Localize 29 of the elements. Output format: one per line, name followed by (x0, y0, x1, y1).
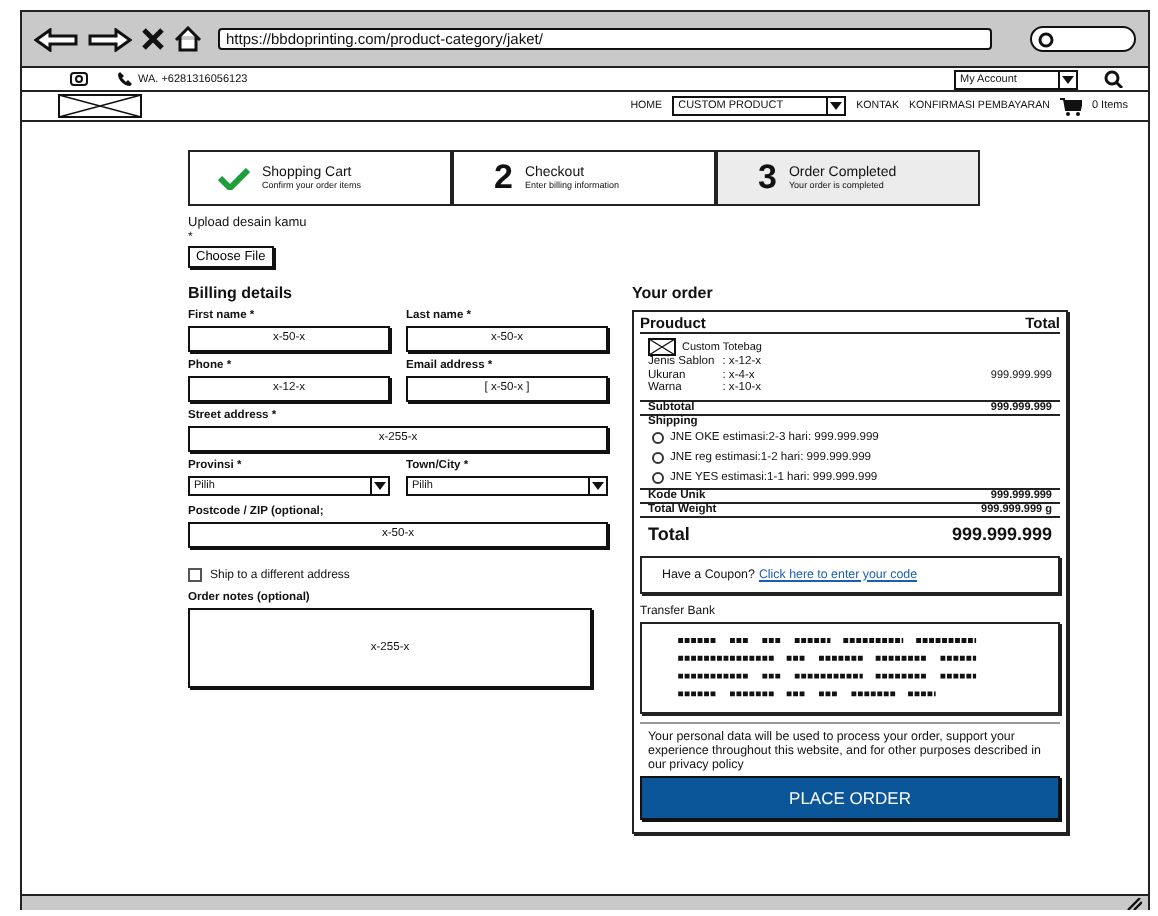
radio-button[interactable] (652, 451, 664, 463)
search-icon[interactable] (1104, 70, 1124, 88)
search-field[interactable] (1030, 26, 1136, 52)
forward-icon[interactable] (88, 27, 132, 51)
back-icon[interactable] (34, 27, 78, 51)
order-heading: Your order (632, 284, 715, 302)
caret-icon (592, 482, 604, 490)
resize-grip-icon (1126, 897, 1142, 909)
radio-button[interactable] (652, 471, 664, 483)
image-placeholder-icon (648, 338, 676, 356)
checkmark-icon (218, 167, 250, 189)
search-icon (1038, 31, 1054, 47)
checkbox[interactable] (188, 568, 202, 582)
instagram-icon[interactable] (70, 72, 88, 86)
phone-icon (118, 72, 132, 86)
place-order-button[interactable]: PLACE ORDER (640, 775, 1060, 819)
total-value: 999.999.999 (951, 523, 1052, 543)
total-label: Total (648, 523, 690, 543)
logo-placeholder[interactable] (58, 94, 142, 118)
caret-icon (1062, 75, 1074, 83)
home-icon[interactable] (174, 26, 202, 52)
close-icon[interactable] (142, 28, 164, 50)
step-number: 2 (494, 158, 513, 198)
billing-heading: Billing details (188, 284, 295, 302)
step-number: 3 (758, 158, 777, 198)
caret-icon (374, 482, 386, 490)
cart-icon[interactable] (1059, 97, 1082, 115)
caret-icon (830, 102, 843, 110)
radio-button[interactable] (652, 431, 664, 443)
